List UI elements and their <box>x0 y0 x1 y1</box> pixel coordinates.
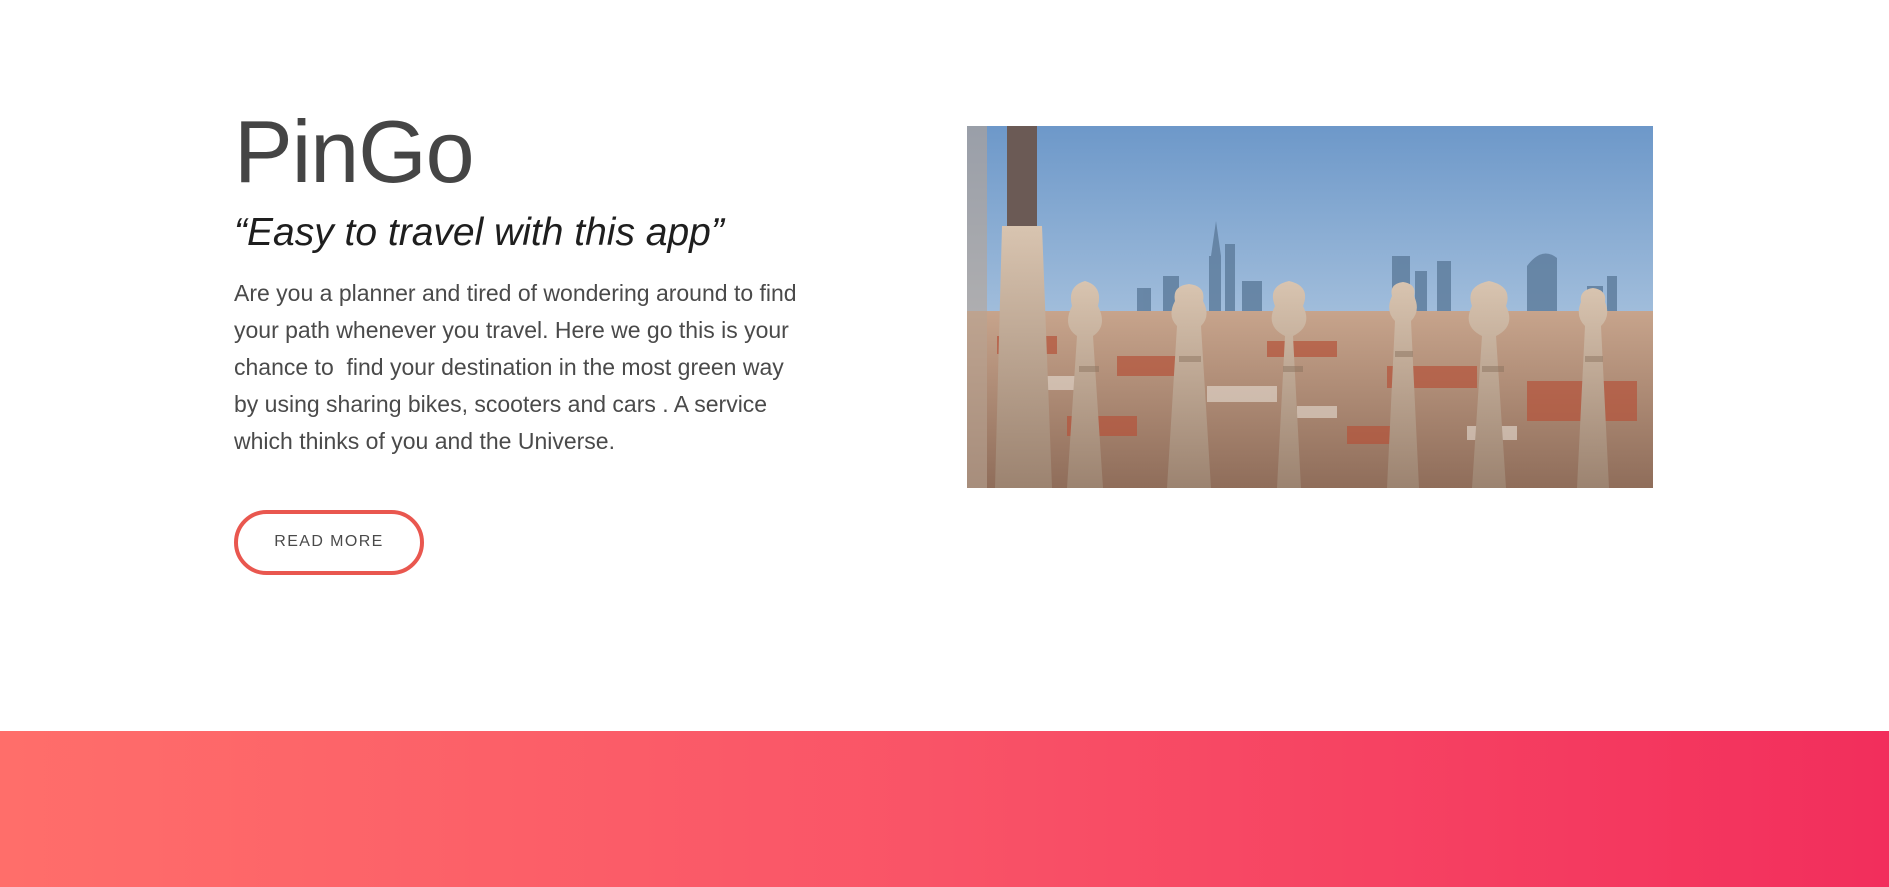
hero-description: Are you a planner and tired of wondering… <box>234 279 803 454</box>
hero-text-block: PinGo “Easy to travel with this app” Are… <box>234 100 814 575</box>
gradient-footer-band <box>0 731 1889 887</box>
hero-tagline: “Easy to travel with this app” <box>234 211 724 254</box>
hero-title: PinGo <box>234 102 475 201</box>
read-more-button[interactable]: READ MORE <box>234 509 424 575</box>
page: PinGo “Easy to travel with this app” Are… <box>0 0 1889 887</box>
hero-image <box>967 126 1653 488</box>
city-skyline-photo <box>967 126 1653 488</box>
